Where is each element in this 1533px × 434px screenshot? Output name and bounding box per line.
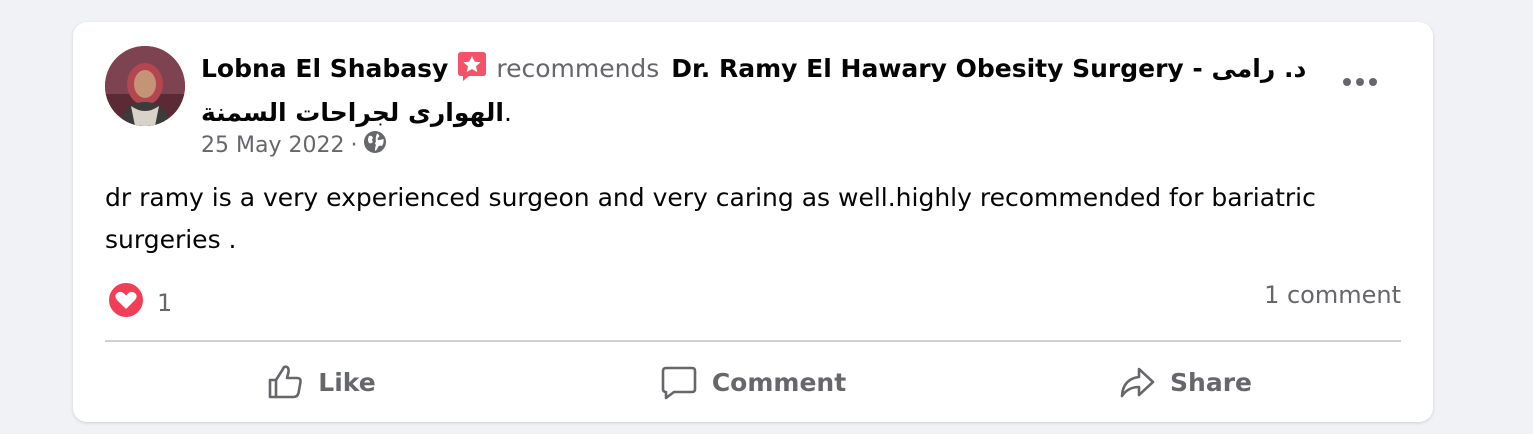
post-body: dr ramy is a very experienced surgeon an… <box>105 183 1316 254</box>
sentence-period: . <box>504 98 512 127</box>
meta-separator: · <box>350 132 358 158</box>
like-label: Like <box>318 367 376 397</box>
more-options-button[interactable] <box>1338 68 1382 96</box>
recommendation-star-icon <box>456 50 488 93</box>
share-arrow-icon <box>1120 367 1155 398</box>
comment-count-link[interactable]: 1 comment <box>1264 281 1401 309</box>
comment-label: Comment <box>711 367 847 397</box>
like-button[interactable]: Like <box>105 348 537 416</box>
globe-icon <box>363 130 387 160</box>
actions-divider <box>105 340 1401 342</box>
post-actions-bar: Like Comment Share <box>105 348 1401 416</box>
post-meta: 25 May 2022 · <box>201 130 387 160</box>
author-name[interactable]: Lobna El Shabasy <box>201 54 448 83</box>
recommends-label: recommends <box>496 54 660 83</box>
share-button[interactable]: Share <box>969 348 1401 416</box>
comment-bubble-icon <box>661 366 697 400</box>
comment-button[interactable]: Comment <box>537 348 969 416</box>
love-reaction-icon <box>107 281 145 325</box>
reaction-count[interactable]: 1 <box>157 289 172 317</box>
post-card: Lobna El Shabasy recommends Dr. Ramy El H… <box>73 22 1433 422</box>
thumbs-up-icon <box>268 365 303 399</box>
more-dots-icon <box>1343 78 1377 86</box>
author-avatar[interactable] <box>105 46 185 126</box>
post-header: Lobna El Shabasy recommends Dr. Ramy El H… <box>201 49 1321 132</box>
reactions-summary[interactable]: 1 <box>107 281 172 325</box>
share-label: Share <box>1170 367 1252 397</box>
post-date[interactable]: 25 May 2022 <box>201 133 344 158</box>
